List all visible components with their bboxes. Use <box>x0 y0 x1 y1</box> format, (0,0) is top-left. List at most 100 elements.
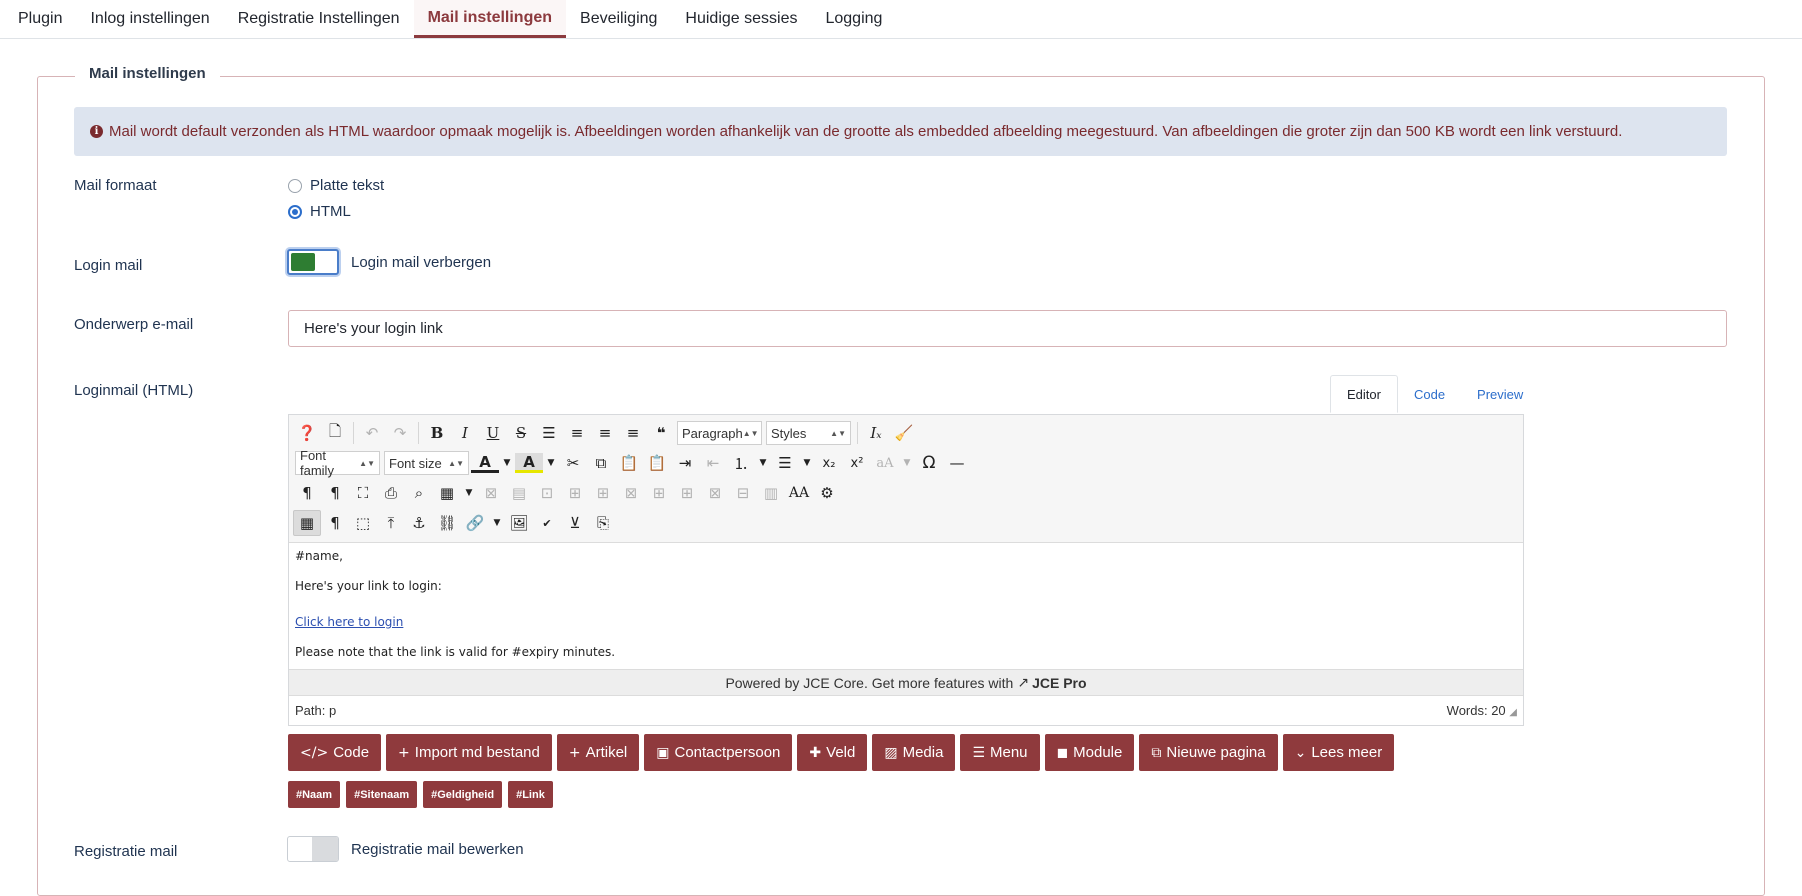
delete-row-icon[interactable]: ⊠ <box>617 480 645 506</box>
subject-input[interactable] <box>288 310 1727 347</box>
visual-chars-icon[interactable]: ⬚ <box>349 510 377 536</box>
superscript-icon[interactable]: x² <box>843 450 871 476</box>
indent-icon[interactable]: ⇥ <box>671 450 699 476</box>
tag-link[interactable]: #Link <box>508 781 553 808</box>
italic-icon[interactable]: I <box>451 420 479 446</box>
chevron-down-icon[interactable]: ▼ <box>489 510 505 536</box>
font-family-select[interactable]: Font family ▲▼ <box>295 448 380 478</box>
gear-icon[interactable]: ⚙ <box>813 480 841 506</box>
font-case-icon[interactable]: aA <box>871 450 899 476</box>
new-document-icon[interactable]: 🗋 <box>321 420 349 446</box>
tab-beveiliging[interactable]: Beveiliging <box>566 0 671 38</box>
align-justify-icon[interactable]: ☰ <box>535 420 563 446</box>
blockquote-icon[interactable]: ❝ <box>647 420 675 446</box>
upload-icon[interactable]: ⤒ <box>377 510 405 536</box>
chevron-down-icon[interactable]: ▼ <box>499 450 515 476</box>
registration-mail-toggle[interactable] <box>287 836 339 862</box>
login-mail-toggle[interactable] <box>287 249 339 275</box>
chevron-down-icon[interactable]: ▼ <box>461 480 477 506</box>
show-blocks-icon[interactable]: ¶ <box>321 510 349 536</box>
insert-break-icon[interactable]: ⎘ <box>589 510 617 536</box>
delete-col-icon[interactable]: ⊠ <box>701 480 729 506</box>
link-icon[interactable]: 🔗 <box>461 510 489 536</box>
clear-formatting-icon[interactable]: Iₓ <box>862 420 890 446</box>
radio-platte-tekst[interactable]: Platte tekst <box>288 177 384 194</box>
paste-text-icon[interactable]: 📋 <box>643 450 671 476</box>
unlink-icon[interactable]: ⛓ <box>433 510 461 536</box>
code-button[interactable]: </> Code <box>288 734 382 771</box>
tab-inlog-instellingen[interactable]: Inlog instellingen <box>76 0 223 38</box>
import-md-button[interactable]: + Import md bestand <box>386 734 552 771</box>
tag-sitenaam[interactable]: #Sitenaam <box>346 781 418 808</box>
path-value[interactable]: p <box>329 703 336 718</box>
tab-logging[interactable]: Logging <box>811 0 896 38</box>
style-icon[interactable]: AA <box>785 480 813 506</box>
cut-icon[interactable]: ✂ <box>559 450 587 476</box>
underline-icon[interactable]: U <box>479 420 507 446</box>
copy-icon[interactable]: ⧉ <box>587 450 615 476</box>
tag-geldigheid[interactable]: #Geldigheid <box>423 781 503 808</box>
bold-icon[interactable]: B <box>423 420 451 446</box>
radio-html[interactable]: HTML <box>288 203 351 220</box>
align-right-icon[interactable]: ≡ <box>619 420 647 446</box>
undo-icon[interactable]: ↶ <box>358 420 386 446</box>
align-left-icon[interactable]: ≡ <box>591 420 619 446</box>
editor-content[interactable]: #name, Here's your link to login: Click … <box>289 543 1523 669</box>
ltr-icon[interactable]: ¶ <box>293 480 321 506</box>
tab-code[interactable]: Code <box>1398 375 1461 413</box>
jce-pro-link[interactable]: JCE Pro <box>1032 675 1086 691</box>
spellcheck-icon[interactable]: ✔ <box>533 510 561 536</box>
fullscreen-icon[interactable]: ⛶ <box>349 480 377 506</box>
numbered-list-icon[interactable]: ⒈ <box>727 450 755 476</box>
menu-button[interactable]: ☰ Menu <box>960 734 1040 771</box>
col-after-icon[interactable]: ⊞ <box>673 480 701 506</box>
cleanup-icon[interactable]: 🧹 <box>890 420 918 446</box>
highlight-color-icon[interactable]: A <box>515 453 543 473</box>
row-after-icon[interactable]: ⊞ <box>589 480 617 506</box>
module-button[interactable]: ◼ Module <box>1044 734 1135 771</box>
resize-handle-icon[interactable]: ◢ <box>1509 707 1517 718</box>
align-center-icon[interactable]: ≡ <box>563 420 591 446</box>
print-icon[interactable]: ⎙ <box>377 480 405 506</box>
outdent-icon[interactable]: ⇤ <box>699 450 727 476</box>
tab-mail-instellingen[interactable]: Mail instellingen <box>413 0 567 38</box>
contact-button[interactable]: ▣ Contactpersoon <box>644 734 793 771</box>
chevron-down-icon[interactable]: ▼ <box>755 450 771 476</box>
chevron-down-icon[interactable]: ▼ <box>799 450 815 476</box>
styles-select[interactable]: Styles ▲▼ <box>766 421 851 445</box>
table-delete-icon[interactable]: ⊠ <box>477 480 505 506</box>
tab-plugin[interactable]: Plugin <box>4 0 76 38</box>
media-button[interactable]: ▨ Media <box>872 734 956 771</box>
chevron-down-icon[interactable]: ▼ <box>543 450 559 476</box>
article-button[interactable]: + Artikel <box>556 734 640 771</box>
radio-circle-unchecked[interactable] <box>288 178 302 193</box>
tab-huidige-sessies[interactable]: Huidige sessies <box>671 0 811 38</box>
table-icon[interactable]: ▦ <box>433 480 461 506</box>
table-cell-props-icon[interactable]: ⊡ <box>533 480 561 506</box>
nonbreaking-icon[interactable]: ⊻ <box>561 510 589 536</box>
image-icon[interactable]: 🖼 <box>505 510 533 536</box>
subscript-icon[interactable]: x₂ <box>815 450 843 476</box>
field-button[interactable]: ✚ Veld <box>797 734 868 771</box>
row-before-icon[interactable]: ⊞ <box>561 480 589 506</box>
help-icon[interactable]: ❓ <box>293 420 321 446</box>
visual-aid-icon[interactable]: ▦ <box>293 510 321 536</box>
text-color-icon[interactable]: A <box>471 453 499 473</box>
tab-preview[interactable]: Preview <box>1461 375 1539 413</box>
strikethrough-icon[interactable]: S <box>507 420 535 446</box>
paste-icon[interactable]: 📋 <box>615 450 643 476</box>
chevron-down-icon[interactable]: ▼ <box>899 450 915 476</box>
search-icon[interactable]: ⌕ <box>405 480 433 506</box>
paragraph-select[interactable]: Paragraph ▲▼ <box>677 421 762 445</box>
radio-circle-checked[interactable] <box>288 204 302 219</box>
redo-icon[interactable]: ↷ <box>386 420 414 446</box>
special-characters-icon[interactable]: Ω <box>915 450 943 476</box>
merge-cells-icon[interactable]: ▥ <box>757 480 785 506</box>
login-link[interactable]: Click here to login <box>295 615 403 629</box>
read-more-button[interactable]: ⌄ Lees meer <box>1282 734 1395 771</box>
anchor-icon[interactable]: ⚓ <box>405 510 433 536</box>
rtl-icon[interactable]: ¶ <box>321 480 349 506</box>
bullet-list-icon[interactable]: ☰ <box>771 450 799 476</box>
horizontal-rule-icon[interactable]: — <box>943 450 971 476</box>
table-row-props-icon[interactable]: ▤ <box>505 480 533 506</box>
